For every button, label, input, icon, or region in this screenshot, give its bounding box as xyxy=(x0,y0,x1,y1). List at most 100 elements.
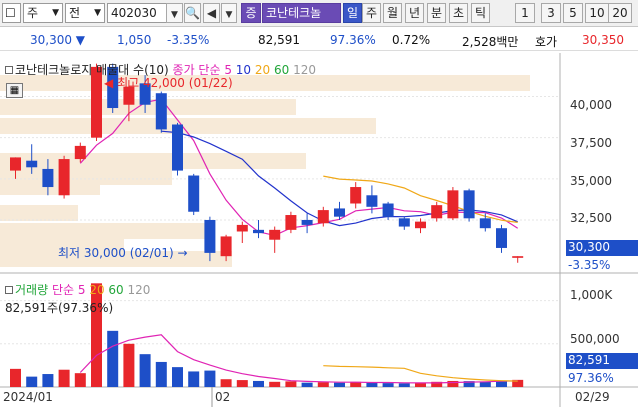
volume-bar xyxy=(220,379,232,387)
current-price: 30,300 ▼ xyxy=(30,33,86,47)
volume-bar xyxy=(236,380,248,387)
candle-body xyxy=(415,221,426,229)
candle-body xyxy=(447,190,459,219)
vol-ma5-legend: 단순 5 xyxy=(51,283,86,297)
volume-bar xyxy=(139,354,151,387)
volume-value: 82,591 xyxy=(258,33,300,47)
options-button[interactable]: ▼ xyxy=(221,3,237,23)
candle-body xyxy=(350,187,362,204)
period-button-월[interactable]: 월 xyxy=(383,3,402,23)
ma60-legend: 60 xyxy=(274,63,290,77)
arrow-left-icon: ◀ xyxy=(104,76,114,90)
period-button-분[interactable]: 분 xyxy=(427,3,446,23)
current-volume-pct: 97.36% xyxy=(568,371,614,385)
axis-tick-35000: 35,000 xyxy=(570,174,612,188)
volume-bar xyxy=(415,383,426,387)
low-price-label: 최저 30,000 (02/01) xyxy=(58,246,174,260)
quote-bar: 30,300 ▼ 1,050 -3.35% 82,591 97.36% 0.72… xyxy=(0,29,638,51)
volume-bar xyxy=(301,382,313,387)
candle-body xyxy=(431,205,443,219)
candle-body xyxy=(317,210,329,224)
volume-bar xyxy=(204,370,216,387)
period-button-3[interactable]: 3 xyxy=(541,3,561,23)
candle-body xyxy=(204,219,216,253)
candle-body xyxy=(253,229,264,234)
volume-legend: 거래량 단순 5 20 60 120 xyxy=(5,281,150,298)
volume-bar xyxy=(285,381,297,387)
candle-body xyxy=(172,124,183,171)
period-button-1[interactable]: 1 xyxy=(515,3,535,23)
volume-bar xyxy=(10,368,21,387)
ticker-dropdown-button[interactable]: ▼ xyxy=(166,3,183,23)
period-button-일[interactable]: 일 xyxy=(343,3,362,23)
volume-profile-bar xyxy=(0,118,376,134)
period-button-년[interactable]: 년 xyxy=(405,3,424,23)
price-change: 1,050 xyxy=(117,33,152,47)
chevron-down-icon: ▼ xyxy=(171,10,178,20)
current-price-tag: 30,300 xyxy=(566,240,638,256)
ma20-legend: 20 xyxy=(254,63,271,77)
volume-bar xyxy=(172,367,183,387)
stock-name: 코난테크놀 xyxy=(262,3,341,23)
ma120-legend: 120 xyxy=(293,63,317,77)
name-tag: 증 xyxy=(241,3,261,23)
period-button-20[interactable]: 20 xyxy=(608,3,632,23)
volume-legend-name: 거래량 xyxy=(15,283,49,297)
price-change-pct: -3.35% xyxy=(167,33,210,47)
grid-toggle-button[interactable]: ▦ xyxy=(6,83,23,98)
candle-body xyxy=(58,159,70,196)
high-price-label: 최고 42,000 (01/22) xyxy=(117,76,233,90)
candle-body xyxy=(10,157,21,171)
volume-bar xyxy=(26,376,38,387)
volume-tick-1000k: 1,000K xyxy=(570,288,613,302)
price-chart-svg[interactable] xyxy=(0,53,638,407)
type-select[interactable]: 전 ▼ xyxy=(65,3,105,23)
candle-body xyxy=(496,228,507,248)
grid-icon: ▦ xyxy=(9,85,20,96)
axis-tick-37500: 37,500 xyxy=(570,136,612,150)
period-button-주[interactable]: 주 xyxy=(362,3,381,23)
x-label-start: 2024/01 xyxy=(3,390,53,404)
volume-value-label: 82,591주(97.36%) xyxy=(5,301,114,315)
volume-bar xyxy=(107,330,119,387)
arrow-right-icon: → xyxy=(177,246,188,260)
speaker-button[interactable]: ◀ xyxy=(203,3,220,23)
period-button-5[interactable]: 5 xyxy=(563,3,583,23)
volume-bar xyxy=(155,361,167,387)
vol-ma120-legend: 120 xyxy=(127,283,151,297)
volume-bar xyxy=(58,369,70,387)
high-price-marker: ◀ 최고 42,000 (01/22) xyxy=(104,74,233,91)
candle-body xyxy=(512,256,524,258)
speaker-icon: ◀ xyxy=(206,6,217,20)
chart-area[interactable]: 코난테크놀로지 매물대 수(10) 종가 단순 5 10 20 60 120 ▦… xyxy=(0,53,638,407)
market-checkbox[interactable]: ☐ xyxy=(2,3,21,23)
ask-label: 호가 xyxy=(535,35,558,49)
candle-body xyxy=(301,219,313,225)
current-volume-tag: 82,591 xyxy=(566,353,638,369)
volume-bar xyxy=(479,381,491,387)
candle-body xyxy=(42,168,54,188)
candle-body xyxy=(236,224,248,232)
legend-box-icon xyxy=(5,66,13,74)
type-label: 전 xyxy=(69,6,81,20)
market-select[interactable]: 주 ▼ xyxy=(23,3,63,23)
period-button-초[interactable]: 초 xyxy=(449,3,468,23)
turnover-pct: 0.72% xyxy=(392,33,431,47)
search-icon: 🔍 xyxy=(185,6,200,20)
candle-body xyxy=(382,203,394,217)
volume-bar xyxy=(123,343,135,387)
axis-tick-40000: 40,000 xyxy=(570,98,612,112)
period-button-10[interactable]: 10 xyxy=(585,3,609,23)
volume-bar xyxy=(42,374,54,387)
ask-price: 30,350 xyxy=(582,33,624,47)
volume-bar xyxy=(253,380,264,387)
candle-body xyxy=(285,215,297,230)
low-price-marker: 최저 30,000 (02/01) → xyxy=(58,244,188,261)
candle-body xyxy=(26,160,38,168)
chevron-down-icon: ▼ xyxy=(225,10,233,20)
period-button-틱[interactable]: 틱 xyxy=(471,3,490,23)
volume-bar xyxy=(398,383,410,387)
volume-bar xyxy=(366,382,378,387)
candle-body xyxy=(188,175,200,212)
search-button[interactable]: 🔍 xyxy=(184,3,201,23)
